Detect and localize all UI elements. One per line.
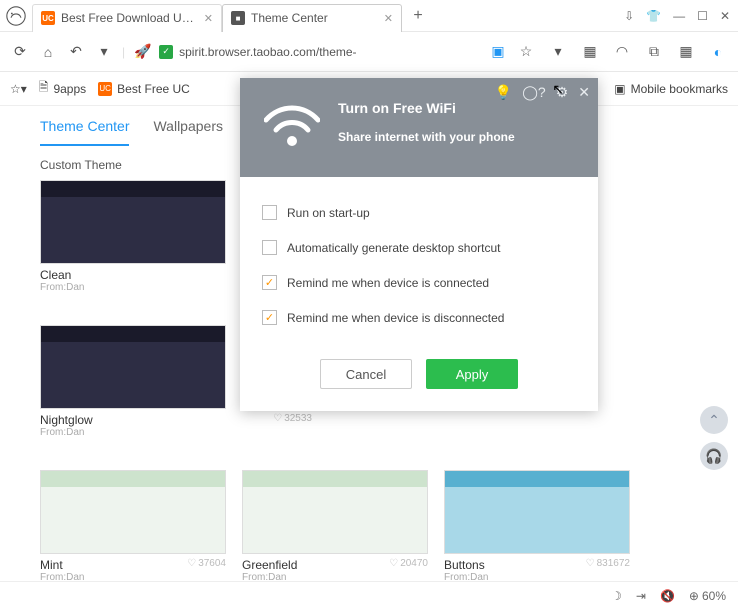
- app-logo-icon: [0, 0, 32, 32]
- floating-actions: ⌃ 🎧: [700, 406, 728, 470]
- tab-title: Theme Center: [251, 11, 378, 25]
- crop-icon[interactable]: ⧉: [644, 42, 664, 62]
- tab-favicon: UC: [41, 11, 55, 25]
- option-startup[interactable]: Run on start-up: [262, 195, 576, 230]
- maximize-icon[interactable]: ☐: [697, 9, 708, 23]
- bookmark-item[interactable]: 🗎 9apps: [39, 78, 86, 99]
- title-bar: UC Best Free Download UC Brow ✕ ■ Theme …: [0, 0, 738, 32]
- scroll-top-button[interactable]: ⌃: [700, 406, 728, 434]
- checkbox-icon[interactable]: [262, 205, 277, 220]
- chevron-down-icon[interactable]: ▾: [548, 42, 568, 62]
- extensions-icon[interactable]: ▦: [580, 42, 600, 62]
- zoom-control[interactable]: ⊕ 60%: [689, 589, 726, 603]
- download-icon[interactable]: ⇩: [624, 9, 634, 23]
- close-window-icon[interactable]: ✕: [720, 9, 730, 23]
- theme-card[interactable]: ButtonsFrom:Dan♡ 831672: [444, 470, 630, 581]
- downloads-icon[interactable]: ⇥: [636, 589, 646, 603]
- night-mode-icon[interactable]: ☽: [611, 589, 622, 603]
- secure-icon: ✓: [159, 45, 173, 59]
- theme-card[interactable]: GreenfieldFrom:Dan♡ 20470: [242, 470, 428, 581]
- checkbox-icon[interactable]: [262, 310, 277, 325]
- mobile-bookmarks[interactable]: ▣ Mobile bookmarks: [614, 82, 728, 96]
- back-icon[interactable]: ↶: [66, 42, 86, 62]
- scan-icon[interactable]: ▣: [488, 42, 508, 62]
- theme-card[interactable]: MintFrom:Dan♡ 37604: [40, 470, 226, 581]
- cancel-button[interactable]: Cancel: [320, 359, 412, 389]
- option-shortcut[interactable]: Automatically generate desktop shortcut: [262, 230, 576, 265]
- checkbox-icon[interactable]: [262, 240, 277, 255]
- status-bar: ☽ ⇥ 🔇 ⊕ 60%: [0, 581, 738, 609]
- minimize-icon[interactable]: —: [673, 9, 685, 23]
- reload-icon[interactable]: ⟳: [10, 42, 30, 62]
- home-icon[interactable]: ⌂: [38, 42, 58, 62]
- sync-icon[interactable]: ◐: [708, 42, 728, 62]
- option-remind-disconnected[interactable]: Remind me when device is disconnected: [262, 300, 576, 335]
- tab-title: Best Free Download UC Brow: [61, 11, 198, 25]
- wardrobe-icon[interactable]: 👕: [646, 9, 661, 23]
- close-icon[interactable]: ✕: [578, 84, 590, 101]
- bookmark-folder-icon[interactable]: ☆▾: [10, 82, 27, 96]
- apply-button[interactable]: Apply: [426, 359, 518, 389]
- tab-favicon: ■: [231, 11, 245, 25]
- mute-icon[interactable]: 🔇: [660, 589, 675, 603]
- bookmark-item[interactable]: UC Best Free UC: [98, 82, 190, 96]
- tab-close-icon[interactable]: ✕: [384, 12, 393, 25]
- navigation-toolbar: ⟳ ⌂ ↶ ▾ | 🚀 ✓ spirit.browser.taobao.com/…: [0, 32, 738, 72]
- address-bar[interactable]: spirit.browser.taobao.com/theme-: [179, 45, 482, 59]
- tab-theme-center[interactable]: Theme Center: [40, 118, 129, 146]
- support-button[interactable]: 🎧: [700, 442, 728, 470]
- browser-tab-active[interactable]: ■ Theme Center ✕: [222, 4, 402, 32]
- bulb-icon[interactable]: 💡: [495, 84, 512, 101]
- theme-card[interactable]: CleanFrom:Dan: [40, 180, 226, 293]
- wifi-settings-dialog: 💡 ◯? ⚙ ✕ ↖ Turn on Free WiFi Share inter…: [240, 78, 598, 411]
- checkbox-icon[interactable]: [262, 275, 277, 290]
- new-tab-button[interactable]: +: [406, 7, 430, 25]
- cursor-icon: ↖: [552, 81, 564, 98]
- wifi-icon: [264, 104, 320, 151]
- star-icon[interactable]: ☆: [516, 42, 536, 62]
- browser-tab[interactable]: UC Best Free Download UC Brow ✕: [32, 4, 222, 32]
- theme-card[interactable]: NightglowFrom:Dan: [40, 325, 226, 438]
- rocket-icon[interactable]: 🚀: [133, 42, 153, 62]
- tab-close-icon[interactable]: ✕: [204, 12, 213, 25]
- option-remind-connected[interactable]: Remind me when device is connected: [262, 265, 576, 300]
- history-dropdown-icon[interactable]: ▾: [94, 42, 114, 62]
- tab-wallpapers[interactable]: Wallpapers: [153, 118, 223, 146]
- wifi-icon[interactable]: ◠: [612, 42, 632, 62]
- help-icon[interactable]: ◯?: [522, 84, 545, 101]
- apps-icon[interactable]: ▦: [676, 42, 696, 62]
